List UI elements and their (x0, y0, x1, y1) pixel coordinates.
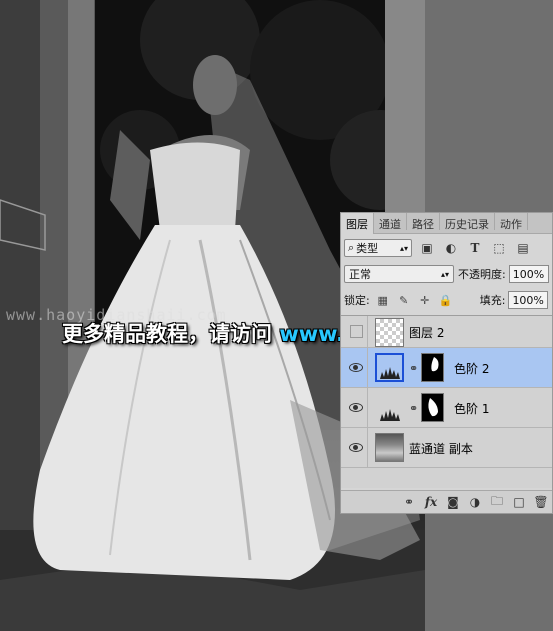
adjustment-layer-icon[interactable]: ◑ (464, 493, 486, 511)
fill-input[interactable]: 100% (508, 291, 549, 309)
delete-layer-icon[interactable]: 🗑 (530, 493, 552, 511)
layer-name[interactable]: 蓝通道 副本 (409, 440, 473, 457)
link-chain-icon[interactable]: ⚭ (409, 362, 418, 375)
tab-channels[interactable]: 通道 (374, 213, 407, 231)
type-filter-icon[interactable]: T (466, 239, 484, 257)
layer-filter-select[interactable]: ⌕ 类型 ▴▾ (344, 239, 412, 257)
tab-paths[interactable]: 路径 (407, 213, 440, 231)
layer-row-levels-1[interactable]: ⚭ 色阶 1 (341, 388, 552, 428)
layer-mask-thumbnail[interactable] (421, 353, 444, 382)
group-folder-icon[interactable]: 🗀 (486, 493, 508, 511)
lock-all-icon[interactable]: 🔒 (438, 292, 454, 308)
lock-position-icon[interactable]: ✛ (417, 292, 433, 308)
blend-row: 正常 ▴▾ 不透明度: 100% (344, 263, 552, 285)
link-chain-icon[interactable]: ⚭ (409, 402, 418, 415)
blend-mode-value: 正常 (349, 268, 371, 281)
search-icon: ⌕ (348, 241, 355, 254)
tab-layers[interactable]: 图层 (341, 213, 374, 234)
eye-icon (349, 443, 363, 452)
smart-object-filter-icon[interactable]: ▤ (514, 239, 532, 257)
chevron-updown-icon: ▴▾ (440, 269, 449, 279)
layer-thumbnail (375, 318, 404, 347)
fx-icon[interactable]: fx (420, 493, 442, 511)
filter-label: 类型 (356, 242, 379, 255)
opacity-label: 不透明度: (458, 268, 506, 281)
shape-filter-icon[interactable]: ⬚ (490, 239, 508, 257)
panel-footer: ⚭ fx ◙ ◑ 🗀 □ 🗑 (341, 490, 552, 513)
chevron-updown-icon: ▴▾ (399, 243, 408, 253)
levels-adjustment-icon[interactable] (375, 353, 404, 382)
lock-label: 锁定: (344, 294, 370, 307)
layer-thumbnail (375, 433, 404, 462)
layer-mask-thumbnail[interactable] (421, 393, 444, 422)
lock-transparency-icon[interactable]: ▦ (375, 292, 391, 308)
visibility-toggle[interactable] (345, 316, 368, 347)
panel-tabs: 图层 通道 路径 历史记录 动作 (341, 213, 552, 234)
tab-actions[interactable]: 动作 (495, 213, 528, 231)
levels-adjustment-icon[interactable] (375, 393, 404, 422)
new-layer-icon[interactable]: □ (508, 493, 530, 511)
caption-text: 更多精品教程，请访问 (62, 322, 272, 346)
layer-row-levels-2[interactable]: ⚭ 色阶 2 (341, 348, 552, 388)
layer-name[interactable]: 色阶 2 (454, 360, 489, 377)
filter-row: ⌕ 类型 ▴▾ ▣ ◐ T ⬚ ▤ (344, 237, 552, 259)
lock-pixels-icon[interactable]: ✎ (396, 292, 412, 308)
image-filter-icon[interactable]: ▣ (418, 239, 436, 257)
lock-row: 锁定: ▦ ✎ ✛ 🔒 填充: 100% (344, 289, 552, 311)
layer-name[interactable]: 图层 2 (409, 324, 444, 341)
layer-row-blue-channel-copy[interactable]: 蓝通道 副本 (341, 428, 552, 468)
visibility-toggle[interactable] (345, 388, 368, 427)
fill-label: 填充: (479, 294, 506, 307)
link-layers-icon[interactable]: ⚭ (398, 493, 420, 511)
layer-row-layer-2[interactable]: 图层 2 (341, 316, 552, 348)
adjustment-filter-icon[interactable]: ◐ (442, 239, 460, 257)
layer-name[interactable]: 色阶 1 (454, 400, 489, 417)
eye-icon (349, 363, 363, 372)
eye-icon (349, 403, 363, 412)
layers-panel: 图层 通道 路径 历史记录 动作 ⌕ 类型 ▴▾ ▣ ◐ T ⬚ ▤ 正常 ▴▾… (340, 212, 553, 514)
layers-list: 图层 2 ⚭ 色阶 2 ⚭ 色阶 1 蓝通道 副本 (341, 315, 552, 488)
visibility-toggle[interactable] (345, 348, 368, 387)
visibility-toggle[interactable] (345, 428, 368, 467)
blend-mode-select[interactable]: 正常 ▴▾ (344, 265, 454, 283)
tab-history[interactable]: 历史记录 (440, 213, 495, 231)
add-mask-icon[interactable]: ◙ (442, 493, 464, 511)
opacity-input[interactable]: 100% (508, 265, 549, 283)
